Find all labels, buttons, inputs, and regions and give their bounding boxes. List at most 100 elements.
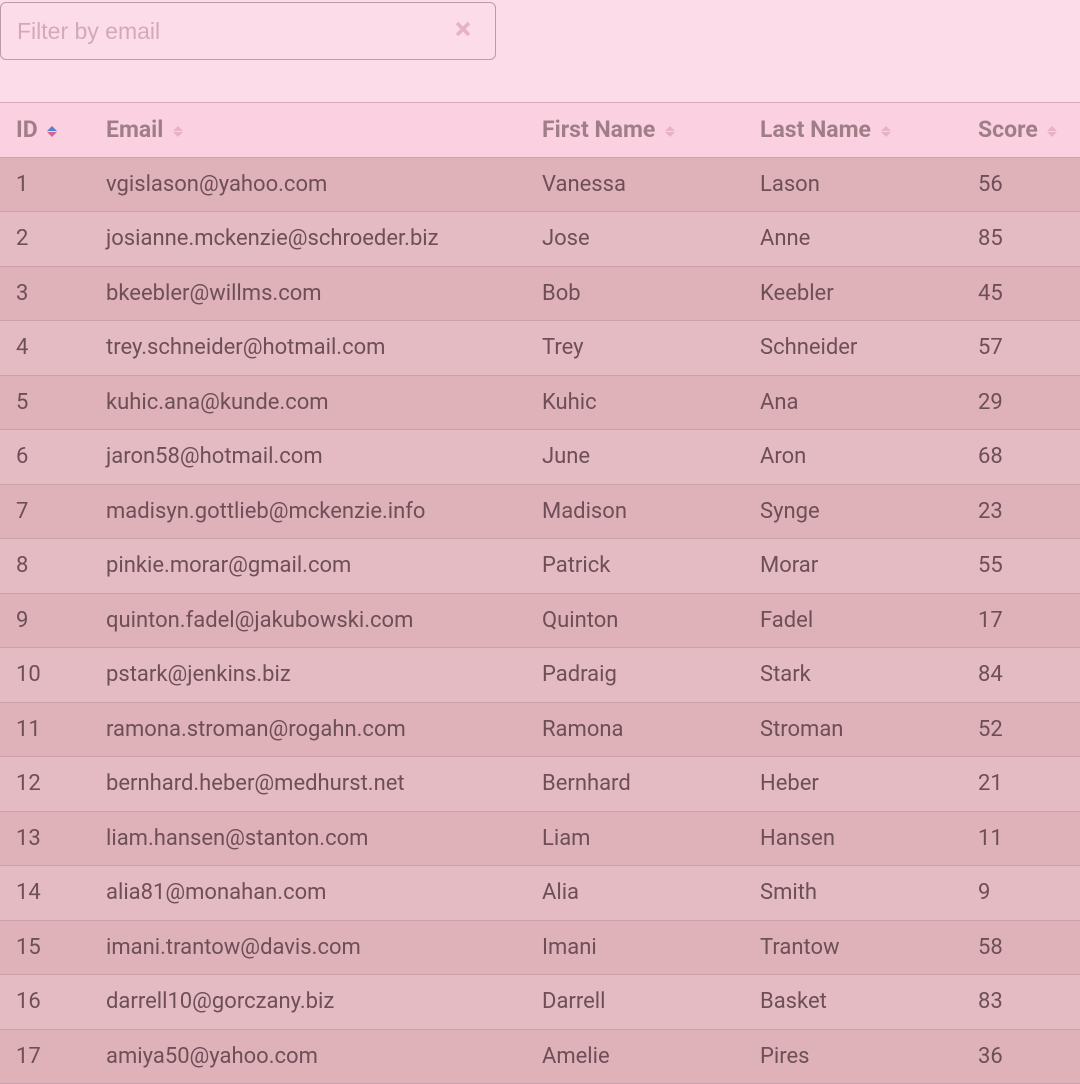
cell-last_name: Smith bbox=[744, 866, 962, 921]
cell-email: amiya50@yahoo.com bbox=[90, 1029, 526, 1084]
table-row[interactable]: 5kuhic.ana@kunde.comKuhicAna29 bbox=[0, 375, 1080, 430]
cell-score: 45 bbox=[962, 266, 1080, 321]
table-row[interactable]: 12bernhard.heber@medhurst.netBernhardHeb… bbox=[0, 757, 1080, 812]
cell-score: 36 bbox=[962, 1029, 1080, 1084]
cell-email: quinton.fadel@jakubowski.com bbox=[90, 593, 526, 648]
cell-id: 16 bbox=[0, 975, 90, 1030]
cell-email: kuhic.ana@kunde.com bbox=[90, 375, 526, 430]
cell-email: liam.hansen@stanton.com bbox=[90, 811, 526, 866]
cell-email: ramona.stroman@rogahn.com bbox=[90, 702, 526, 757]
table-row[interactable]: 4trey.schneider@hotmail.comTreySchneider… bbox=[0, 321, 1080, 376]
cell-id: 12 bbox=[0, 757, 90, 812]
cell-score: 17 bbox=[962, 593, 1080, 648]
table-row[interactable]: 13liam.hansen@stanton.comLiamHansen11 bbox=[0, 811, 1080, 866]
column-header-id[interactable]: ID bbox=[0, 103, 90, 157]
cell-first_name: Quinton bbox=[526, 593, 744, 648]
table-header-row: ID Email First Name bbox=[0, 103, 1080, 157]
cell-score: 11 bbox=[962, 811, 1080, 866]
cell-score: 21 bbox=[962, 757, 1080, 812]
cell-id: 4 bbox=[0, 321, 90, 376]
cell-score: 56 bbox=[962, 157, 1080, 212]
column-label: Email bbox=[106, 116, 163, 143]
cell-last_name: Heber bbox=[744, 757, 962, 812]
table-row[interactable]: 7madisyn.gottlieb@mckenzie.infoMadisonSy… bbox=[0, 484, 1080, 539]
cell-id: 6 bbox=[0, 430, 90, 485]
cell-first_name: Darrell bbox=[526, 975, 744, 1030]
cell-first_name: Padraig bbox=[526, 648, 744, 703]
cell-id: 5 bbox=[0, 375, 90, 430]
cell-first_name: Imani bbox=[526, 920, 744, 975]
cell-first_name: Alia bbox=[526, 866, 744, 921]
cell-first_name: Vanessa bbox=[526, 157, 744, 212]
cell-email: pinkie.morar@gmail.com bbox=[90, 539, 526, 594]
cell-email: bernhard.heber@medhurst.net bbox=[90, 757, 526, 812]
column-header-first-name[interactable]: First Name bbox=[526, 103, 744, 157]
cell-last_name: Basket bbox=[744, 975, 962, 1030]
table-row[interactable]: 1vgislason@yahoo.comVanessaLason56 bbox=[0, 157, 1080, 212]
table-row[interactable]: 15imani.trantow@davis.comImaniTrantow58 bbox=[0, 920, 1080, 975]
column-label: First Name bbox=[542, 116, 655, 143]
cell-last_name: Hansen bbox=[744, 811, 962, 866]
sort-icon bbox=[47, 126, 57, 137]
table-row[interactable]: 17amiya50@yahoo.comAmeliePires36 bbox=[0, 1029, 1080, 1084]
table-row[interactable]: 8pinkie.morar@gmail.comPatrickMorar55 bbox=[0, 539, 1080, 594]
cell-id: 8 bbox=[0, 539, 90, 594]
column-label: Score bbox=[978, 116, 1038, 143]
cell-id: 3 bbox=[0, 266, 90, 321]
cell-id: 17 bbox=[0, 1029, 90, 1084]
sort-icon bbox=[173, 126, 183, 137]
table-row[interactable]: 10pstark@jenkins.bizPadraigStark84 bbox=[0, 648, 1080, 703]
cell-id: 11 bbox=[0, 702, 90, 757]
cell-email: alia81@monahan.com bbox=[90, 866, 526, 921]
column-header-last-name[interactable]: Last Name bbox=[744, 103, 962, 157]
cell-email: imani.trantow@davis.com bbox=[90, 920, 526, 975]
cell-score: 29 bbox=[962, 375, 1080, 430]
cell-email: madisyn.gottlieb@mckenzie.info bbox=[90, 484, 526, 539]
table-row[interactable]: 14alia81@monahan.comAliaSmith9 bbox=[0, 866, 1080, 921]
column-header-score[interactable]: Score bbox=[962, 103, 1080, 157]
data-table: ID Email First Name bbox=[0, 102, 1080, 1084]
table-row[interactable]: 2josianne.mckenzie@schroeder.bizJoseAnne… bbox=[0, 212, 1080, 267]
cell-last_name: Pires bbox=[744, 1029, 962, 1084]
clear-filter-button[interactable] bbox=[451, 19, 475, 43]
table-row[interactable]: 3bkeebler@willms.comBobKeebler45 bbox=[0, 266, 1080, 321]
cell-score: 58 bbox=[962, 920, 1080, 975]
cell-email: bkeebler@willms.com bbox=[90, 266, 526, 321]
cell-first_name: Madison bbox=[526, 484, 744, 539]
cell-first_name: Ramona bbox=[526, 702, 744, 757]
sort-icon bbox=[665, 126, 675, 137]
cell-score: 52 bbox=[962, 702, 1080, 757]
email-filter-input[interactable] bbox=[17, 18, 451, 45]
table-row[interactable]: 9quinton.fadel@jakubowski.comQuintonFade… bbox=[0, 593, 1080, 648]
cell-score: 85 bbox=[962, 212, 1080, 267]
cell-last_name: Aron bbox=[744, 430, 962, 485]
cell-email: vgislason@yahoo.com bbox=[90, 157, 526, 212]
cell-id: 15 bbox=[0, 920, 90, 975]
cell-score: 23 bbox=[962, 484, 1080, 539]
cell-id: 9 bbox=[0, 593, 90, 648]
cell-score: 68 bbox=[962, 430, 1080, 485]
cell-score: 9 bbox=[962, 866, 1080, 921]
sort-icon bbox=[881, 126, 891, 137]
cell-id: 2 bbox=[0, 212, 90, 267]
cell-last_name: Ana bbox=[744, 375, 962, 430]
cell-first_name: Bob bbox=[526, 266, 744, 321]
cell-last_name: Keebler bbox=[744, 266, 962, 321]
cell-score: 84 bbox=[962, 648, 1080, 703]
cell-score: 57 bbox=[962, 321, 1080, 376]
cell-last_name: Stroman bbox=[744, 702, 962, 757]
column-header-email[interactable]: Email bbox=[90, 103, 526, 157]
cell-last_name: Schneider bbox=[744, 321, 962, 376]
table-row[interactable]: 6jaron58@hotmail.comJuneAron68 bbox=[0, 430, 1080, 485]
cell-first_name: Amelie bbox=[526, 1029, 744, 1084]
table-row[interactable]: 11ramona.stroman@rogahn.comRamonaStroman… bbox=[0, 702, 1080, 757]
cell-last_name: Fadel bbox=[744, 593, 962, 648]
cell-first_name: Liam bbox=[526, 811, 744, 866]
cell-first_name: June bbox=[526, 430, 744, 485]
cell-id: 10 bbox=[0, 648, 90, 703]
cell-first_name: Kuhic bbox=[526, 375, 744, 430]
cell-email: jaron58@hotmail.com bbox=[90, 430, 526, 485]
cell-last_name: Anne bbox=[744, 212, 962, 267]
table-row[interactable]: 16darrell10@gorczany.bizDarrellBasket83 bbox=[0, 975, 1080, 1030]
cell-first_name: Patrick bbox=[526, 539, 744, 594]
